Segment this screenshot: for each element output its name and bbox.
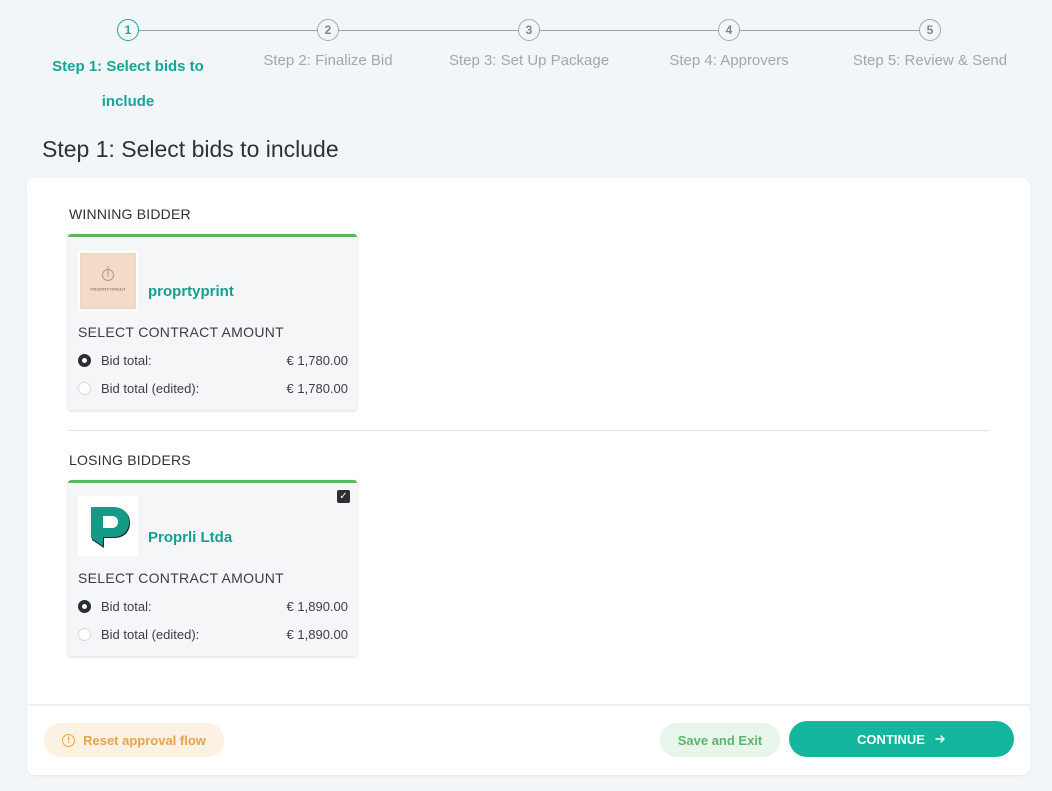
bid-total-edited-label: Bid total (edited): — [101, 626, 200, 642]
step-2-circle: 2 — [317, 19, 339, 41]
step-4-label: Step 4: Approvers — [669, 52, 789, 69]
warning-circle-icon: ! — [62, 733, 76, 747]
bid-total-radio[interactable] — [78, 353, 91, 367]
bid-total-edited-label: Bid total (edited): — [101, 380, 200, 396]
losing-bid-card: ✓ Proprli Ltda SELECT CONTRACT AMOUNT Bi… — [68, 480, 357, 656]
bid-total-edited-amount: € 1,780.00 — [286, 380, 348, 396]
bid-total-radio[interactable] — [78, 599, 91, 613]
bid-total-label: Bid total: — [101, 352, 152, 368]
continue-label: CONTINUE — [857, 731, 925, 747]
bid-total-edited-option[interactable]: Bid total (edited): € 1,890.00 — [78, 624, 348, 644]
include-bid-checkbox[interactable]: ✓ — [337, 490, 350, 503]
step-1-label: Step 1: Select bids to include — [52, 58, 204, 110]
step-4-circle: 4 — [718, 19, 740, 41]
progress-stepper: 1 Step 1: Select bids to include 2 Step … — [0, 0, 1052, 120]
bid-total-option[interactable]: Bid total: € 1,780.00 — [78, 350, 348, 370]
arrow-right-icon — [935, 732, 946, 747]
select-contract-amount-label: SELECT CONTRACT AMOUNT — [78, 570, 284, 586]
step-3-label: Step 3: Set Up Package — [448, 52, 610, 69]
reset-approval-flow-label: Reset approval flow — [83, 732, 206, 748]
bid-total-label: Bid total: — [101, 598, 152, 614]
proprli-logo — [78, 496, 138, 556]
step-5[interactable]: 5 Step 5: Review & Send — [830, 19, 1030, 71]
losing-bidder-name: Proprli Ltda — [148, 529, 233, 546]
step-3-circle: 3 — [518, 19, 540, 41]
select-contract-amount-label: SELECT CONTRACT AMOUNT — [78, 324, 284, 340]
winning-bid-card: PROPRTYPRINT proprtyprint SELECT CONTRAC… — [68, 234, 357, 410]
proprtyprint-logo: PROPRTYPRINT — [78, 251, 138, 311]
bid-total-amount: € 1,780.00 — [286, 352, 348, 368]
bid-total-edited-radio[interactable] — [78, 381, 91, 395]
reset-approval-flow-button[interactable]: ! Reset approval flow — [44, 723, 224, 757]
bid-total-option[interactable]: Bid total: € 1,890.00 — [78, 596, 348, 616]
bid-total-amount: € 1,890.00 — [286, 598, 348, 614]
step-4[interactable]: 4 Step 4: Approvers — [629, 19, 829, 71]
step-1[interactable]: 1 Step 1: Select bids to include — [28, 19, 228, 119]
step-5-label: Step 5: Review & Send — [852, 52, 1008, 69]
save-and-exit-button[interactable]: Save and Exit — [660, 723, 780, 757]
proprtyprint-logo-wordmark: PROPRTYPRINT — [90, 287, 125, 292]
bids-panel: WINNING BIDDER PROPRTYPRINT proprtyprint… — [27, 178, 1030, 775]
step-3[interactable]: 3 Step 3: Set Up Package — [429, 19, 629, 71]
section-divider — [69, 430, 989, 431]
bid-total-edited-option[interactable]: Bid total (edited): € 1,780.00 — [78, 378, 348, 398]
winning-bidder-name: proprtyprint — [148, 283, 234, 300]
continue-button[interactable]: CONTINUE — [789, 721, 1014, 757]
bid-total-edited-radio[interactable] — [78, 627, 91, 641]
losing-bidders-heading: LOSING BIDDERS — [69, 452, 191, 468]
step-1-circle: 1 — [117, 19, 139, 41]
winning-bidder-heading: WINNING BIDDER — [69, 206, 191, 222]
action-footer: ! Reset approval flow Save and Exit CONT… — [27, 704, 1030, 775]
step-2-label: Step 2: Finalize Bid — [263, 52, 393, 69]
step-2[interactable]: 2 Step 2: Finalize Bid — [228, 19, 428, 71]
step-5-circle: 5 — [919, 19, 941, 41]
bid-total-edited-amount: € 1,890.00 — [286, 626, 348, 642]
page-title: Step 1: Select bids to include — [42, 136, 339, 162]
check-icon: ✓ — [339, 490, 348, 502]
